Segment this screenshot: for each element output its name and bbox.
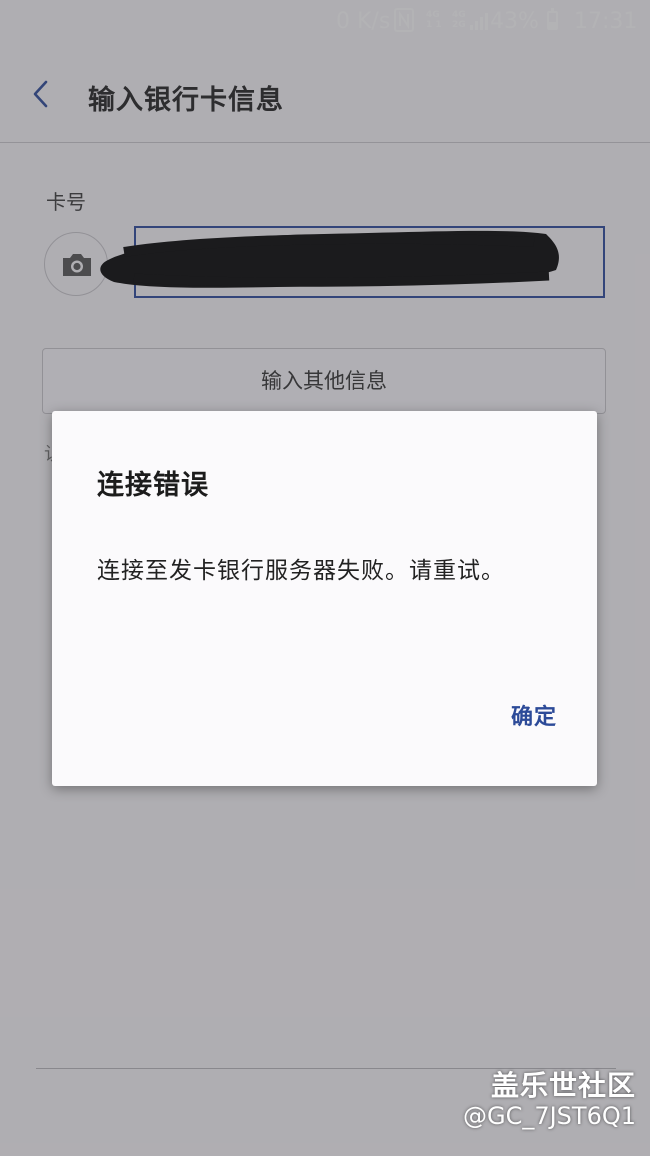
dialog-title: 连接错误 (97, 470, 209, 501)
watermark-site: 盖乐世社区 (490, 1069, 636, 1102)
app-screen: 0 K/s 4G 1 1 4G 2G 43% 17:31 输入银行卡信息 卡号 … (0, 0, 650, 1156)
dialog-message: 连接至发卡银行服务器失败。请重试。 (97, 558, 505, 584)
watermark-user: @GC_7JST6Q1 (462, 1102, 636, 1130)
confirm-button[interactable]: 确定 (511, 699, 557, 731)
error-dialog: 连接错误 连接至发卡银行服务器失败。请重试。 确定 (52, 411, 597, 786)
